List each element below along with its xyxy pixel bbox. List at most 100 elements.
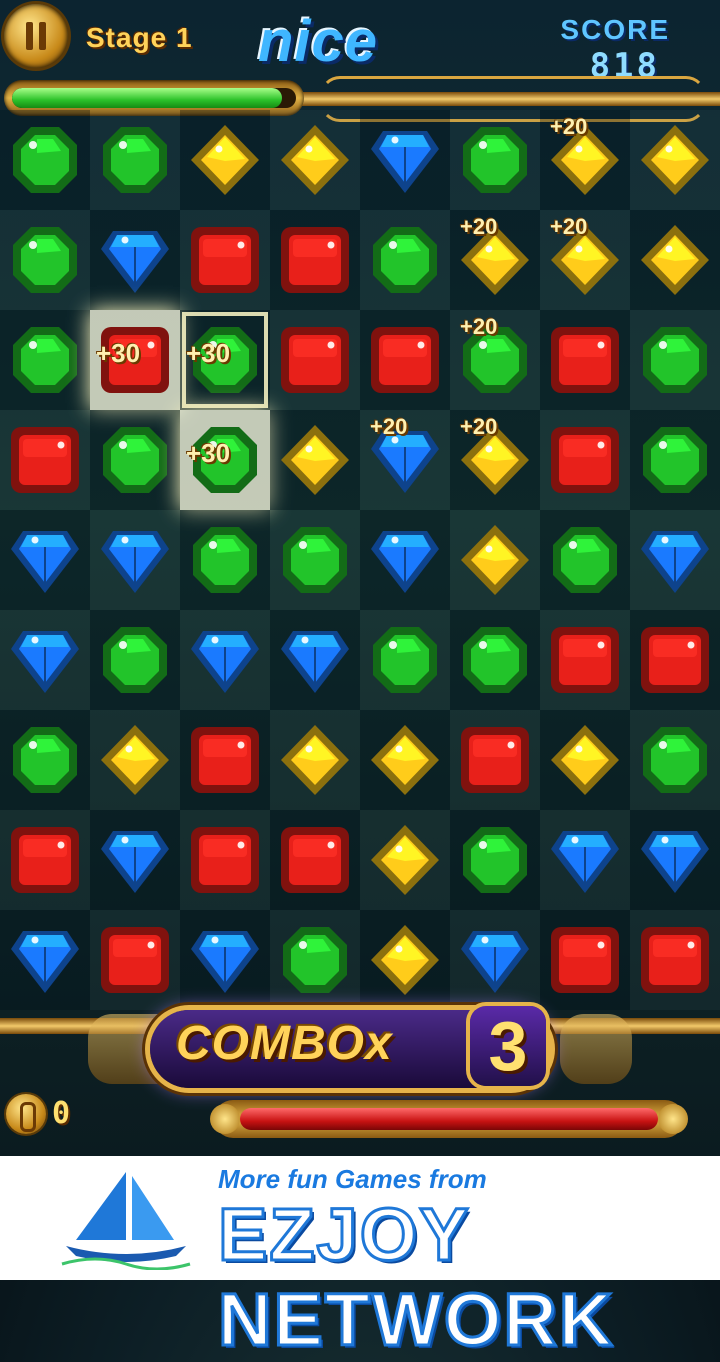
board-cell[interactable] [360, 910, 450, 1010]
board-cell[interactable] [630, 410, 720, 510]
board-cell[interactable] [270, 910, 360, 1010]
board-cell[interactable] [360, 110, 450, 210]
board-cell[interactable] [630, 910, 720, 1010]
board-cell[interactable] [90, 610, 180, 710]
board-cell[interactable] [180, 110, 270, 210]
board-cell[interactable] [450, 210, 540, 310]
board-cell[interactable] [450, 110, 540, 210]
board-cell[interactable] [360, 710, 450, 810]
board-cell[interactable] [360, 410, 450, 510]
board-cell[interactable] [270, 110, 360, 210]
board-cell[interactable] [450, 810, 540, 910]
green-gem-icon [9, 323, 81, 397]
board-cell[interactable] [0, 510, 90, 610]
board-cell[interactable] [450, 710, 540, 810]
green-gem-icon [459, 823, 531, 897]
board-cell[interactable] [270, 710, 360, 810]
board-cell[interactable] [270, 510, 360, 610]
board-cell[interactable] [0, 210, 90, 310]
green-gem-icon [369, 623, 441, 697]
board-cell[interactable] [0, 710, 90, 810]
green-gem-icon [369, 223, 441, 297]
board-cell[interactable] [270, 210, 360, 310]
red-gem-icon [369, 323, 441, 397]
board-cell[interactable] [180, 610, 270, 710]
board-cell[interactable] [0, 610, 90, 710]
board-cell[interactable] [360, 210, 450, 310]
board-cell[interactable] [360, 610, 450, 710]
board-cell[interactable] [450, 910, 540, 1010]
board-cell[interactable] [180, 310, 270, 410]
board-cell[interactable] [630, 210, 720, 310]
ad-banner[interactable]: More fun Games from EZJOY NETWORK [0, 1156, 720, 1362]
red-gem-icon [279, 823, 351, 897]
board-cell[interactable] [270, 410, 360, 510]
board-cell[interactable] [540, 810, 630, 910]
red-gem-icon [549, 423, 621, 497]
board-cell[interactable] [90, 510, 180, 610]
blue-gem-icon [459, 923, 531, 997]
coin-icon [6, 1094, 46, 1134]
board-cell[interactable] [630, 810, 720, 910]
red-gem-icon [459, 723, 531, 797]
board-cell[interactable] [630, 610, 720, 710]
board-cell[interactable] [360, 310, 450, 410]
board-cell[interactable] [540, 710, 630, 810]
board-cell[interactable] [630, 310, 720, 410]
pause-button[interactable] [4, 4, 68, 68]
green-gem-icon [9, 123, 81, 197]
red-gem-icon [549, 623, 621, 697]
board-cell[interactable] [360, 510, 450, 610]
board-cell[interactable] [0, 910, 90, 1010]
board-cell[interactable] [0, 810, 90, 910]
board-cell[interactable] [270, 810, 360, 910]
board-cell[interactable] [540, 110, 630, 210]
red-gem-icon [9, 823, 81, 897]
board-cell[interactable] [0, 310, 90, 410]
board-cell[interactable] [360, 810, 450, 910]
board-cell[interactable] [630, 510, 720, 610]
board-cell[interactable] [270, 610, 360, 710]
board-cell[interactable] [450, 410, 540, 510]
board-cell[interactable] [180, 410, 270, 510]
blue-gem-icon [279, 623, 351, 697]
board-cell[interactable] [90, 910, 180, 1010]
board-cell[interactable] [180, 910, 270, 1010]
board-cell[interactable] [630, 710, 720, 810]
yellow-gem-icon [639, 223, 711, 297]
board-cell[interactable] [180, 810, 270, 910]
board-cell[interactable] [90, 210, 180, 310]
board-cell[interactable] [540, 410, 630, 510]
board-cell[interactable] [180, 710, 270, 810]
board-cell[interactable] [0, 110, 90, 210]
board-cell[interactable] [90, 710, 180, 810]
gem-board[interactable]: +20 +20 +20 +20 +30 +30 +20 +20 +30 [0, 110, 720, 1010]
green-gem-icon [459, 123, 531, 197]
board-cell[interactable] [540, 310, 630, 410]
red-gem-icon [189, 823, 261, 897]
board-cell[interactable] [450, 610, 540, 710]
board-cell[interactable] [270, 310, 360, 410]
board-cell[interactable] [90, 310, 180, 410]
board-cell[interactable] [450, 310, 540, 410]
board-cell[interactable] [0, 410, 90, 510]
green-gem-icon [279, 523, 351, 597]
green-gem-icon [189, 523, 261, 597]
board-cell[interactable] [540, 510, 630, 610]
blue-gem-icon [369, 423, 441, 497]
time-bar-fill [12, 88, 282, 108]
red-gem-icon [99, 923, 171, 997]
board-cell[interactable] [180, 210, 270, 310]
board-cell[interactable] [90, 110, 180, 210]
board-cell[interactable] [450, 510, 540, 610]
board-cell[interactable] [540, 910, 630, 1010]
board-cell[interactable] [180, 510, 270, 610]
board-cell[interactable] [540, 610, 630, 710]
board-cell[interactable] [630, 110, 720, 210]
board-cell[interactable] [540, 210, 630, 310]
board-cell[interactable] [90, 810, 180, 910]
combo-label: COMBOx [176, 1017, 393, 1070]
board-cell[interactable] [90, 410, 180, 510]
green-gem-icon [639, 723, 711, 797]
green-gem-icon [279, 923, 351, 997]
